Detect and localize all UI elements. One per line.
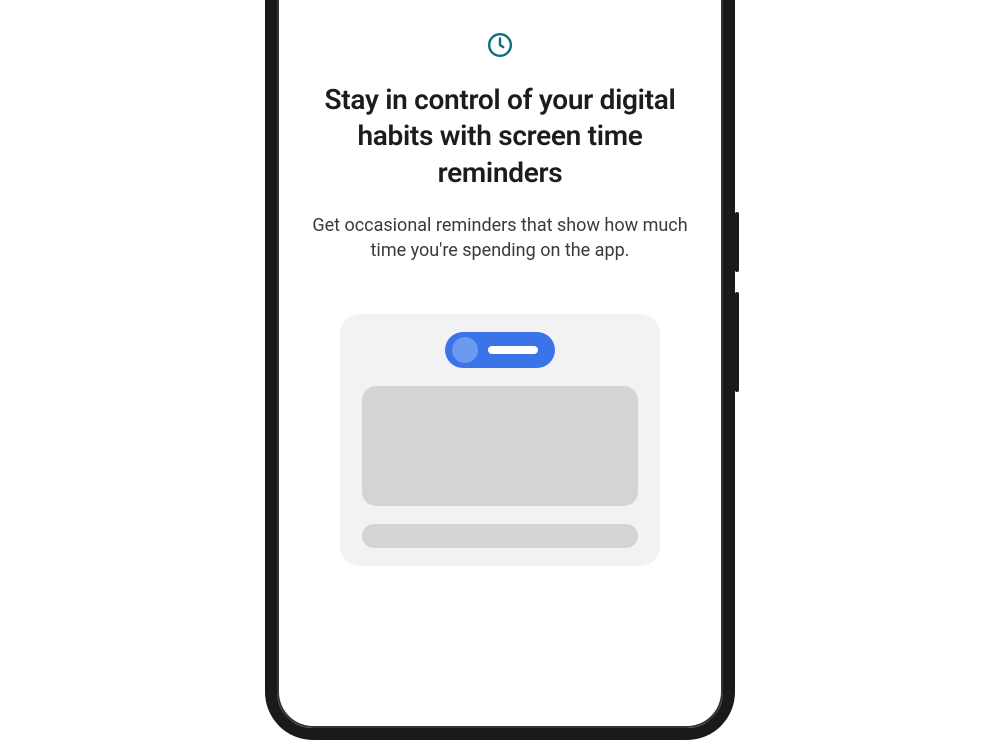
toggle-bar <box>488 346 538 354</box>
phone-frame: Stay in control of your digital habits w… <box>265 0 735 740</box>
phone-side-button <box>735 292 739 392</box>
toggle-illustration <box>445 332 555 368</box>
clock-icon <box>487 32 513 58</box>
onboarding-description: Get occasional reminders that show how m… <box>310 213 690 263</box>
onboarding-screen: Stay in control of your digital habits w… <box>277 0 723 728</box>
content-placeholder <box>362 386 638 506</box>
illustration-card <box>340 314 660 566</box>
toggle-knob <box>452 337 478 363</box>
phone-side-button <box>735 212 739 272</box>
onboarding-heading: Stay in control of your digital habits w… <box>305 82 695 191</box>
content-placeholder <box>362 524 638 548</box>
